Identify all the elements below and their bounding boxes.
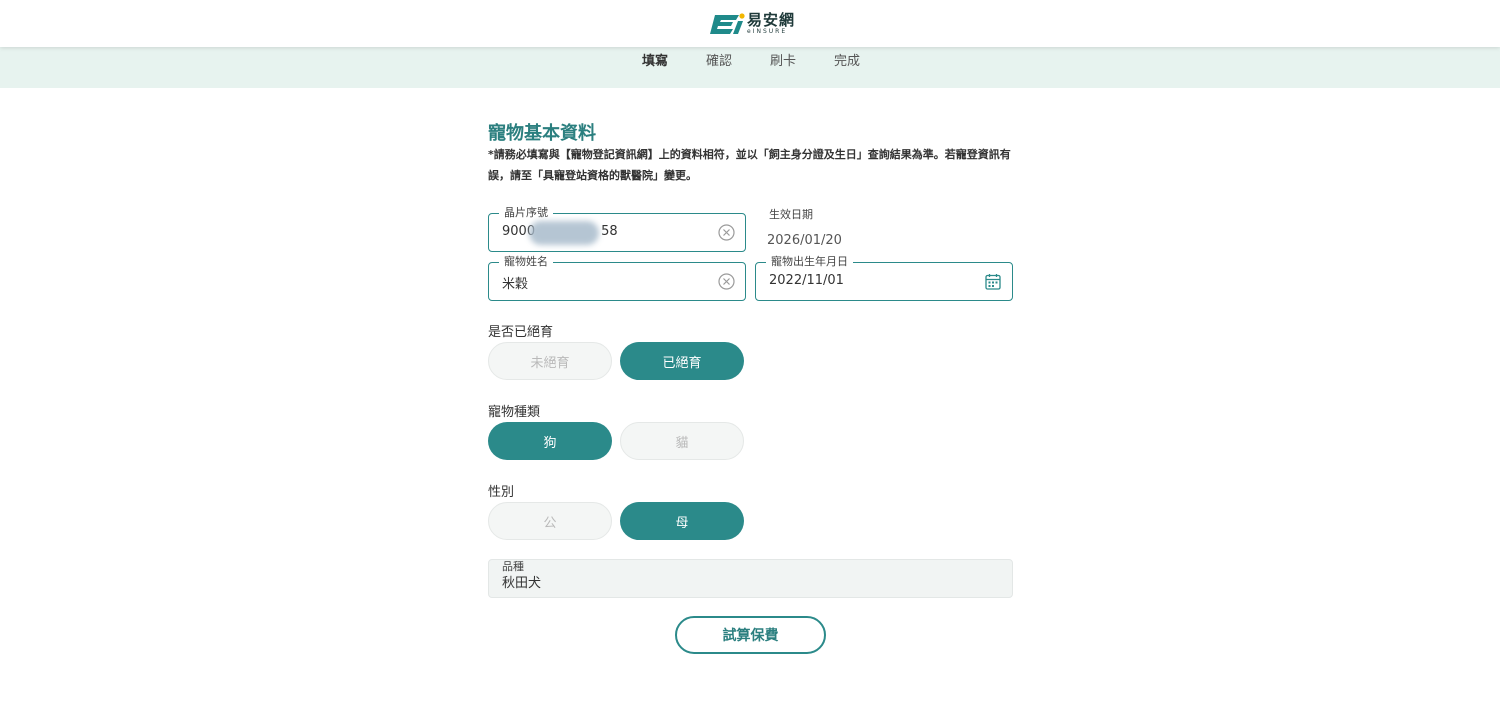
pet-birthday-label: 寵物出生年月日: [766, 255, 853, 269]
calendar-icon[interactable]: [985, 273, 1001, 290]
registration-notice: *請務必填寫與【寵物登記資訊網】上的資料相符，並以「飼主身分證及生日」查詢結果為…: [488, 148, 1011, 182]
chip-number-label: 晶片序號: [499, 206, 553, 220]
logo-english-name: eINSURE: [747, 28, 788, 35]
option-male[interactable]: 公: [488, 502, 612, 540]
site-logo[interactable]: 易安網 eINSURE: [709, 10, 795, 38]
section-title: 寵物基本資料: [488, 123, 596, 144]
option-cat[interactable]: 貓: [620, 422, 744, 460]
pet-name-field[interactable]: 寵物姓名 米穀: [488, 255, 746, 301]
option-not-neutered[interactable]: 未絕育: [488, 342, 612, 380]
pet-name-label: 寵物姓名: [499, 255, 553, 269]
option-female[interactable]: 母: [620, 502, 744, 540]
effective-date: 生效日期 2026/01/20: [767, 206, 842, 248]
step-progress-bar: 填寫 確認 刷卡 完成: [0, 47, 1500, 88]
breed-value: 秋田犬: [502, 576, 542, 591]
einsure-logo-icon: [710, 13, 745, 34]
breed-field[interactable]: 品種 秋田犬: [488, 559, 1013, 598]
clear-icon[interactable]: [718, 224, 735, 241]
option-neutered[interactable]: 已絕育: [620, 342, 744, 380]
logo-chinese-name: 易安網: [747, 11, 796, 29]
effective-date-value: 2026/01/20: [767, 233, 842, 248]
chip-number-suffix: 58: [601, 224, 618, 239]
neutered-label: 是否已絕育: [488, 325, 554, 340]
step-confirm: 確認: [706, 54, 733, 69]
gender-label: 性別: [488, 485, 515, 500]
step-payment: 刷卡: [770, 54, 797, 69]
pet-birthday-value: 2022/11/01: [769, 273, 844, 288]
logo-text: 易安網 eINSURE: [747, 13, 795, 35]
species-label: 寵物種類: [488, 405, 541, 420]
top-header: 易安網 eINSURE: [0, 0, 1500, 47]
chip-number-field[interactable]: 晶片序號 9000 58: [488, 206, 746, 252]
calculate-premium-button[interactable]: 試算保費: [675, 616, 826, 654]
step-complete: 完成: [834, 54, 861, 69]
effective-date-label: 生效日期: [769, 208, 813, 221]
pet-birthday-field[interactable]: 寵物出生年月日 2022/11/01: [755, 255, 1013, 301]
pet-name-value: 米穀: [502, 277, 529, 292]
clear-icon[interactable]: [718, 273, 735, 290]
step-fill: 填寫: [642, 54, 669, 69]
option-dog[interactable]: 狗: [488, 422, 612, 460]
redacted-chip-digits: [529, 221, 599, 245]
